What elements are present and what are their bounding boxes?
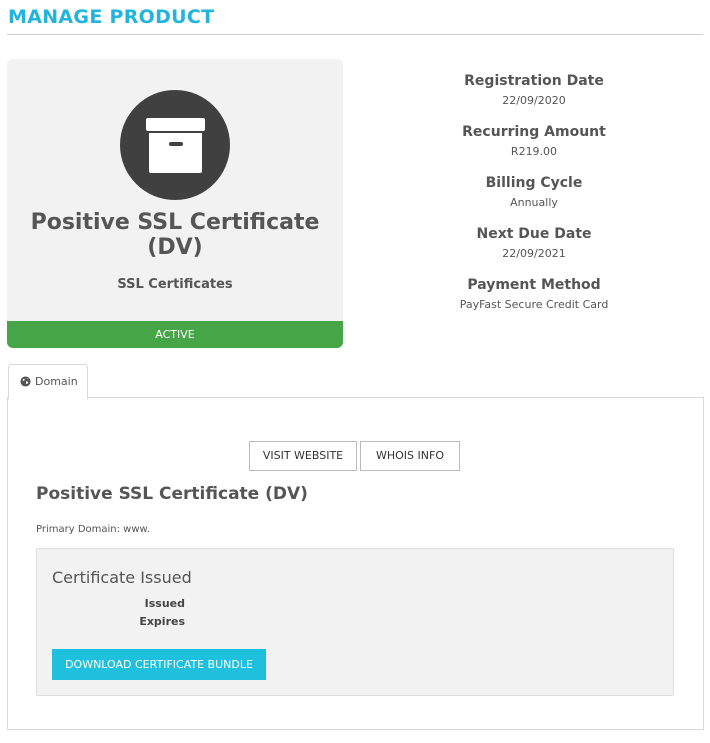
title-divider (7, 34, 703, 35)
info-value: 22/09/2020 (502, 94, 566, 107)
info-billing-cycle: Billing Cycle Annually (434, 172, 634, 223)
whois-info-button[interactable]: WHOIS INFO (360, 441, 460, 471)
product-info-list: Registration Date 22/09/2020 Recurring A… (434, 70, 634, 325)
page-title: MANAGE PRODUCT (8, 6, 215, 28)
info-value: R219.00 (510, 145, 558, 158)
info-payment-method: Payment Method PayFast Secure Credit Car… (434, 274, 634, 325)
download-certificate-button[interactable]: DOWNLOAD CERTIFICATE BUNDLE (52, 649, 266, 680)
info-next-due-date: Next Due Date 22/09/2021 (434, 223, 634, 274)
archive-box-icon (120, 90, 230, 200)
info-recurring-amount: Recurring Amount R219.00 (434, 121, 634, 172)
tab-label: Domain (35, 375, 78, 388)
globe-icon (20, 376, 31, 387)
visit-website-button[interactable]: VISIT WEBSITE (249, 441, 357, 471)
info-label: Payment Method (467, 277, 601, 293)
info-label: Registration Date (464, 73, 604, 89)
info-value: Annually (510, 196, 558, 209)
product-group: SSL Certificates (117, 277, 233, 292)
expires-label: Expires (139, 615, 185, 628)
info-value: PayFast Secure Credit Card (459, 298, 609, 311)
domain-panel: VISIT WEBSITE WHOIS INFO Positive SSL Ce… (7, 397, 704, 730)
info-label: Billing Cycle (485, 175, 583, 191)
info-label: Next Due Date (476, 226, 592, 242)
info-label: Recurring Amount (462, 124, 606, 140)
info-value: 22/09/2021 (502, 247, 566, 260)
product-card: Positive SSL Certificate (DV) SSL Certif… (7, 59, 343, 348)
tab-domain[interactable]: Domain (8, 364, 88, 399)
panel-title: Positive SSL Certificate (DV) (36, 484, 308, 504)
issued-label: Issued (144, 597, 185, 610)
info-registration-date: Registration Date 22/09/2020 (434, 70, 634, 121)
certificate-heading: Certificate Issued (52, 568, 192, 587)
primary-domain: Primary Domain: www. (36, 524, 150, 535)
certificate-box: Certificate Issued Issued Expires DOWNLO… (36, 548, 674, 696)
status-badge: ACTIVE (7, 321, 343, 348)
product-name: Positive SSL Certificate (DV) (30, 210, 320, 260)
